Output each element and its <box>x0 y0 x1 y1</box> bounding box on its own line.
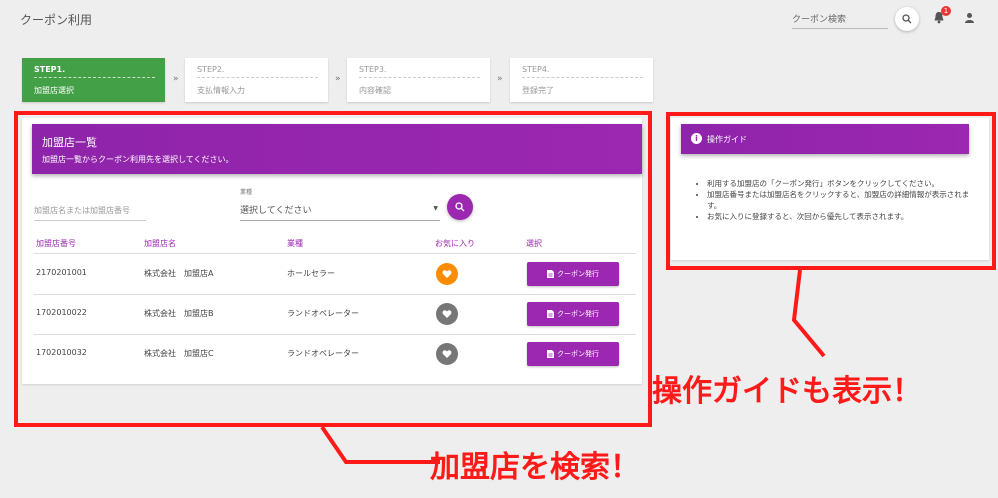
callout-pointer-lines <box>320 269 826 464</box>
callout-search-text: 加盟店を検索！ <box>430 450 640 485</box>
callout-guide-text: 操作ガイドも表示！ <box>652 374 922 409</box>
